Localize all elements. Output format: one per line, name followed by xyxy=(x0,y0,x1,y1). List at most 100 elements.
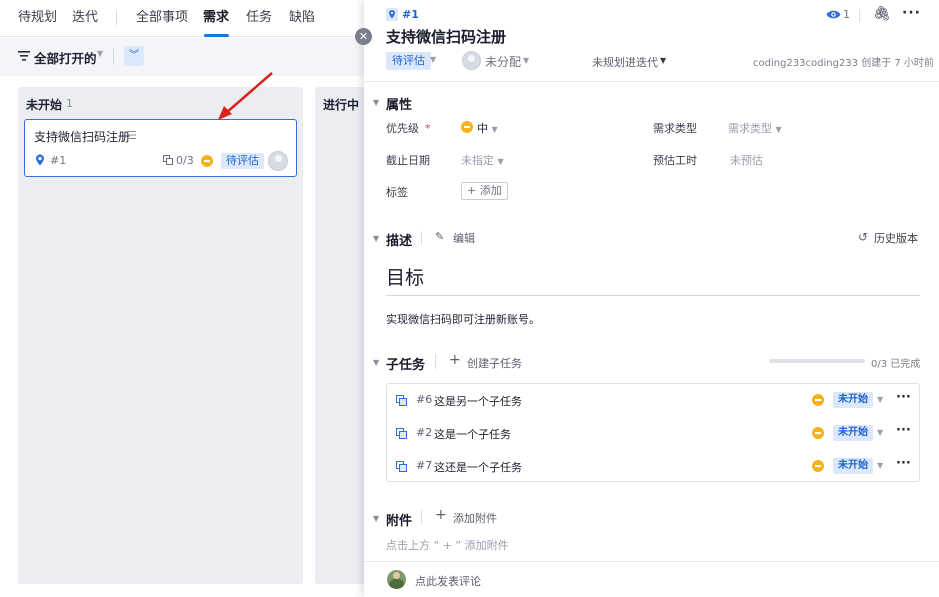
requirement-icon xyxy=(36,154,44,166)
iteration-dropdown[interactable]: 未规划进迭代 xyxy=(592,54,658,70)
subtask-status-dropdown[interactable]: 未开始 xyxy=(833,458,873,474)
filter-bar: 全部打开的 ▼ ︾ xyxy=(0,38,365,76)
subtask-row[interactable]: #7 这还是一个子任务 未开始 ▼ ··· xyxy=(387,450,919,483)
plus-icon[interactable]: + xyxy=(449,352,461,368)
chevron-down-icon[interactable]: ▼ xyxy=(877,461,883,470)
subtask-id: #7 xyxy=(416,459,433,472)
assignee-dropdown[interactable]: 未分配 xyxy=(485,53,521,70)
priority-medium-icon[interactable] xyxy=(812,460,824,472)
requirement-icon xyxy=(386,8,398,21)
attachment-hint: 点击上方 “ + ” 添加附件 xyxy=(386,539,509,552)
double-chevron-down-icon: ︾ xyxy=(129,50,139,61)
estimate-label: 预估工时 xyxy=(653,154,697,167)
priority-medium-icon xyxy=(201,155,213,167)
subtask-title[interactable]: 这还是一个子任务 xyxy=(434,459,522,475)
tab-defects[interactable]: 缺陷 xyxy=(289,9,315,27)
chevron-down-icon[interactable]: ▼ xyxy=(430,55,436,64)
header-divider-line xyxy=(364,81,939,82)
section-divider xyxy=(421,510,422,524)
watcher-count: 1 xyxy=(843,8,850,21)
filter-divider xyxy=(113,49,114,65)
priority-medium-icon[interactable] xyxy=(461,121,473,133)
card-id: #1 xyxy=(50,154,67,167)
estimate-field[interactable]: 未预估 xyxy=(730,152,763,168)
more-options-icon[interactable]: ··· xyxy=(896,423,911,438)
chevron-down-icon[interactable]: ▼ xyxy=(523,56,529,65)
subtask-icon xyxy=(396,461,407,472)
version-history-button[interactable]: 历史版本 xyxy=(874,230,918,246)
chevron-down-icon[interactable]: ▼ xyxy=(877,395,883,404)
subtask-row[interactable]: #2 这是一个子任务 未开始 ▼ ··· xyxy=(387,417,919,450)
card-subtask-count: 0/3 xyxy=(176,154,194,167)
chevron-down-icon[interactable]: ▼ xyxy=(97,49,103,58)
close-panel-button[interactable]: ✕ xyxy=(355,28,372,45)
plus-icon[interactable]: + xyxy=(435,507,447,523)
tab-all-items[interactable]: 全部事项 xyxy=(136,9,188,27)
add-attachment-button[interactable]: 添加附件 xyxy=(453,510,497,526)
section-divider xyxy=(421,231,422,245)
subtask-id: #2 xyxy=(416,426,433,439)
requirement-title[interactable]: 支持微信扫码注册 xyxy=(386,26,506,47)
tab-backlog[interactable]: 待规划 xyxy=(18,9,57,27)
subtask-icon xyxy=(163,155,173,165)
status-dropdown[interactable]: 待评估 xyxy=(386,52,431,70)
priority-label: 优先级 * xyxy=(386,120,431,136)
history-icon[interactable]: ↺ xyxy=(858,230,868,244)
requirement-card[interactable]: 支持微信扫码注册 ☰ #1 0/3 待评估 xyxy=(24,119,297,177)
section-divider xyxy=(435,354,436,369)
add-tag-button[interactable]: + 添加 xyxy=(461,182,508,200)
subtask-title[interactable]: 这是一个子任务 xyxy=(434,426,511,442)
requirement-type-label: 需求类型 xyxy=(653,122,697,135)
description-body: 实现微信扫码即可注册新账号。 xyxy=(386,313,540,326)
collapse-button[interactable]: ︾ xyxy=(124,46,144,66)
subtask-row[interactable]: #6 这是另一个子任务 未开始 ▼ ··· xyxy=(387,384,919,417)
requirement-detail-panel: #1 1 🖇 ··· 支持微信扫码注册 待评估 ▼ 未分配 ▼ 未规划进迭代 ▼… xyxy=(364,0,939,597)
section-description-title: 描述 xyxy=(386,234,413,249)
priority-dropdown[interactable]: 中 ▼ xyxy=(477,120,498,136)
tab-iterations[interactable]: 迭代 xyxy=(72,9,98,27)
tab-requirements[interactable]: 需求 xyxy=(203,9,229,27)
filter-dropdown[interactable]: 全部打开的 xyxy=(34,48,97,67)
more-options-icon[interactable]: ··· xyxy=(896,456,911,471)
requirement-type-dropdown[interactable]: 需求类型 ▼ xyxy=(728,120,782,136)
more-options-icon[interactable]: ··· xyxy=(896,390,911,405)
more-options-icon[interactable]: ··· xyxy=(902,5,921,21)
card-title: 支持微信扫码注册 xyxy=(34,130,131,144)
collapse-caret-icon[interactable]: ▼ xyxy=(373,514,379,523)
due-date-dropdown[interactable]: 未指定 ▼ xyxy=(461,152,504,168)
priority-medium-icon[interactable] xyxy=(812,394,824,406)
chevron-down-icon[interactable]: ▼ xyxy=(877,428,883,437)
close-icon: ✕ xyxy=(358,30,369,43)
tab-tasks[interactable]: 任务 xyxy=(246,9,272,27)
requirement-type-value: 需求类型 xyxy=(728,122,772,135)
subtask-status-dropdown[interactable]: 未开始 xyxy=(833,425,873,441)
requirement-id: #1 xyxy=(402,8,419,21)
edit-description-button[interactable]: 编辑 xyxy=(453,230,475,246)
attachment-link-icon[interactable]: 🖇 xyxy=(873,6,891,22)
subtask-icon xyxy=(396,395,407,406)
section-attachments-title: 附件 xyxy=(386,514,413,529)
subtask-progress-bar xyxy=(769,359,865,363)
chevron-down-icon: ▼ xyxy=(491,125,498,134)
collapse-caret-icon[interactable]: ▼ xyxy=(373,98,379,107)
chevron-down-icon: ▼ xyxy=(775,125,782,134)
collapse-caret-icon[interactable]: ▼ xyxy=(373,358,379,367)
subtask-progress-label: 0/3 已完成 xyxy=(871,359,921,370)
eye-icon[interactable] xyxy=(826,9,841,20)
create-subtask-button[interactable]: 创建子任务 xyxy=(467,355,522,371)
top-navigation: 待规划 迭代 全部事项 需求 任务 缺陷 xyxy=(0,0,365,37)
assignee-avatar[interactable] xyxy=(462,51,481,70)
due-date-label: 截止日期 xyxy=(386,154,430,167)
column-title: 未开始 xyxy=(26,98,63,112)
subtask-status-dropdown[interactable]: 未开始 xyxy=(833,392,873,408)
comment-input[interactable]: 点此发表评论 xyxy=(415,573,481,589)
card-status-badge: 待评估 xyxy=(221,153,264,169)
description-heading: 目标 xyxy=(386,267,425,289)
pencil-icon[interactable]: ✎ xyxy=(435,230,444,243)
description-heading-rule xyxy=(386,295,920,296)
subtask-title[interactable]: 这是另一个子任务 xyxy=(434,393,522,409)
chevron-down-icon[interactable]: ▼ xyxy=(660,56,666,65)
priority-medium-icon[interactable] xyxy=(812,427,824,439)
kanban-board: 待规划 迭代 全部事项 需求 任务 缺陷 全部打开的 ▼ ︾ 未开始 1 支持微… xyxy=(0,0,365,597)
collapse-caret-icon[interactable]: ▼ xyxy=(373,234,379,243)
